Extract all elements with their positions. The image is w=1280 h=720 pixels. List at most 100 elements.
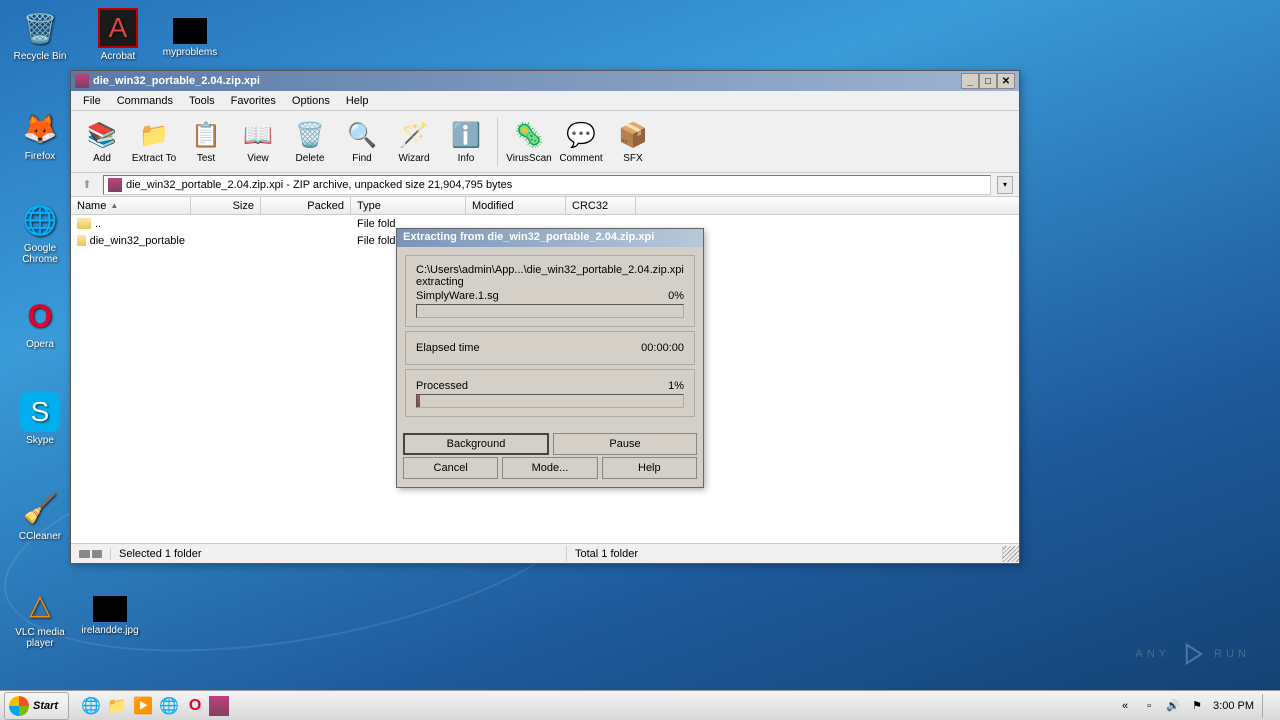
- tool-label: Comment: [559, 153, 602, 164]
- folder-icon: [77, 218, 91, 229]
- close-button[interactable]: ✕: [997, 73, 1015, 89]
- tool-virusscan[interactable]: 🦠VirusScan: [504, 114, 554, 170]
- mode-button[interactable]: Mode...: [502, 457, 597, 479]
- desktop-icon-chrome[interactable]: 🌐Google Chrome: [10, 200, 70, 265]
- opera-icon: O: [20, 296, 60, 336]
- desktop-icon-acrobat[interactable]: AAcrobat: [88, 8, 148, 62]
- dialog-action: extracting: [416, 276, 684, 288]
- elapsed-value: 00:00:00: [641, 342, 684, 354]
- info-icon: ℹ️: [450, 119, 482, 151]
- tool-comment[interactable]: 💬Comment: [556, 114, 606, 170]
- desktop-icon-ccleaner[interactable]: 🧹CCleaner: [10, 488, 70, 542]
- column-crc[interactable]: CRC32: [566, 197, 636, 214]
- dialog-time-panel: Elapsed time 00:00:00: [405, 331, 695, 365]
- tool-label: VirusScan: [506, 153, 551, 164]
- desktop-icon-firefox[interactable]: 🦊Firefox: [10, 108, 70, 162]
- desktop-icon-label: VLC media player: [10, 627, 70, 649]
- explorer-icon[interactable]: 📁: [105, 694, 129, 718]
- opera-taskbar-icon[interactable]: O: [183, 694, 207, 718]
- menu-tools[interactable]: Tools: [181, 93, 223, 109]
- menu-options[interactable]: Options: [284, 93, 338, 109]
- extract-dialog: Extracting from die_win32_portable_2.04.…: [396, 228, 704, 488]
- desktop-icon-label: myproblems: [163, 47, 217, 58]
- desktop-icon-opera[interactable]: O Opera: [10, 296, 70, 350]
- column-type[interactable]: Type: [351, 197, 466, 214]
- file-name: die_win32_portable: [90, 235, 185, 247]
- maximize-button[interactable]: □: [979, 73, 997, 89]
- address-dropdown[interactable]: ▾: [997, 176, 1013, 194]
- tool-find[interactable]: 🔍 Find: [337, 114, 387, 170]
- column-name[interactable]: Name▲: [71, 197, 191, 214]
- show-desktop[interactable]: [1262, 694, 1272, 718]
- clock[interactable]: 3:00 PM: [1213, 700, 1254, 712]
- tray-expand-icon[interactable]: «: [1117, 698, 1133, 714]
- desktop: 🗑️Recycle Bin AAcrobat myproblems 🦊Firefox 🌐…: [0, 0, 1280, 720]
- desktop-icon-vlc[interactable]: △ VLC media player: [10, 584, 70, 649]
- address-text: die_win32_portable_2.04.zip.xpi - ZIP ar…: [126, 179, 512, 191]
- tool-wizard[interactable]: 🪄Wizard: [389, 114, 439, 170]
- titlebar[interactable]: die_win32_portable_2.04.zip.xpi _ □ ✕: [71, 71, 1019, 91]
- status-view-toggle[interactable]: [71, 548, 111, 560]
- mediaplayer-icon[interactable]: ▶️: [131, 694, 155, 718]
- flag-icon[interactable]: ⚑: [1189, 698, 1205, 714]
- desktop-icon-myproblems[interactable]: myproblems: [160, 18, 220, 58]
- tool-label: Info: [458, 153, 475, 164]
- status-total: Total 1 folder: [567, 546, 1003, 562]
- desktop-icon-skype[interactable]: SSkype: [10, 392, 70, 446]
- tool-label: Find: [352, 153, 371, 164]
- pause-button[interactable]: Pause: [553, 433, 697, 455]
- dialog-title[interactable]: Extracting from die_win32_portable_2.04.…: [397, 229, 703, 247]
- tool-delete[interactable]: 🗑️Delete: [285, 114, 335, 170]
- minimize-button[interactable]: _: [961, 73, 979, 89]
- winrar-taskbar-icon[interactable]: [209, 696, 229, 716]
- help-button[interactable]: Help: [602, 457, 697, 479]
- tool-label: SFX: [623, 153, 642, 164]
- desktop-icon-recycle-bin[interactable]: 🗑️Recycle Bin: [10, 8, 70, 62]
- archive-icon: [108, 178, 122, 192]
- tool-info[interactable]: ℹ️ Info: [441, 114, 491, 170]
- acrobat-icon: A: [98, 8, 138, 48]
- volume-icon[interactable]: 🔊: [1165, 698, 1181, 714]
- chrome-taskbar-icon[interactable]: 🌐: [157, 694, 181, 718]
- up-button[interactable]: ⬆: [77, 175, 97, 195]
- desktop-icon-label: Firefox: [25, 151, 56, 162]
- dialog-file-panel: C:\Users\admin\App...\die_win32_portable…: [405, 255, 695, 327]
- tray-app-icon[interactable]: ▫: [1141, 698, 1157, 714]
- tool-extract[interactable]: 📁Extract To: [129, 114, 179, 170]
- dialog-file-pct: 0%: [668, 290, 684, 302]
- ie-icon[interactable]: 🌐: [79, 694, 103, 718]
- desktop-icon-irelandde[interactable]: irelandde.jpg: [80, 596, 140, 636]
- background-button[interactable]: Background: [403, 433, 549, 455]
- statusbar: Selected 1 folder Total 1 folder: [71, 543, 1019, 563]
- menu-commands[interactable]: Commands: [109, 93, 181, 109]
- dialog-progress-panel: Processed 1%: [405, 369, 695, 417]
- irelandde-icon: [93, 596, 127, 622]
- file-progress: [416, 304, 684, 318]
- menu-favorites[interactable]: Favorites: [223, 93, 284, 109]
- column-size[interactable]: Size: [191, 197, 261, 214]
- processed-value: 1%: [668, 380, 684, 392]
- tool-label: Extract To: [132, 153, 176, 164]
- resize-grip[interactable]: [1003, 546, 1019, 562]
- view-icon: 📖: [242, 119, 274, 151]
- tool-add[interactable]: 📚Add: [77, 114, 127, 170]
- file-name: ..: [95, 218, 101, 230]
- vlc-icon: △: [20, 584, 60, 624]
- desktop-icon-label: Opera: [26, 339, 54, 350]
- menu-help[interactable]: Help: [338, 93, 377, 109]
- find-icon: 🔍: [346, 119, 378, 151]
- column-packed[interactable]: Packed: [261, 197, 351, 214]
- window-title: die_win32_portable_2.04.zip.xpi: [93, 75, 260, 87]
- quick-launch: 🌐 📁 ▶️ 🌐 O: [73, 694, 235, 718]
- taskbar: Start 🌐 📁 ▶️ 🌐 O « ▫ 🔊 ⚑ 3:00 PM: [0, 690, 1280, 720]
- column-modified[interactable]: Modified: [466, 197, 566, 214]
- tool-test[interactable]: 📋Test: [181, 114, 231, 170]
- elapsed-label: Elapsed time: [416, 342, 480, 354]
- address-bar[interactable]: die_win32_portable_2.04.zip.xpi - ZIP ar…: [103, 175, 991, 195]
- start-button[interactable]: Start: [4, 692, 69, 720]
- cancel-button[interactable]: Cancel: [403, 457, 498, 479]
- desktop-icon-label: Google Chrome: [10, 243, 70, 265]
- menu-file[interactable]: File: [75, 93, 109, 109]
- tool-sfx[interactable]: 📦SFX: [608, 114, 658, 170]
- tool-view[interactable]: 📖View: [233, 114, 283, 170]
